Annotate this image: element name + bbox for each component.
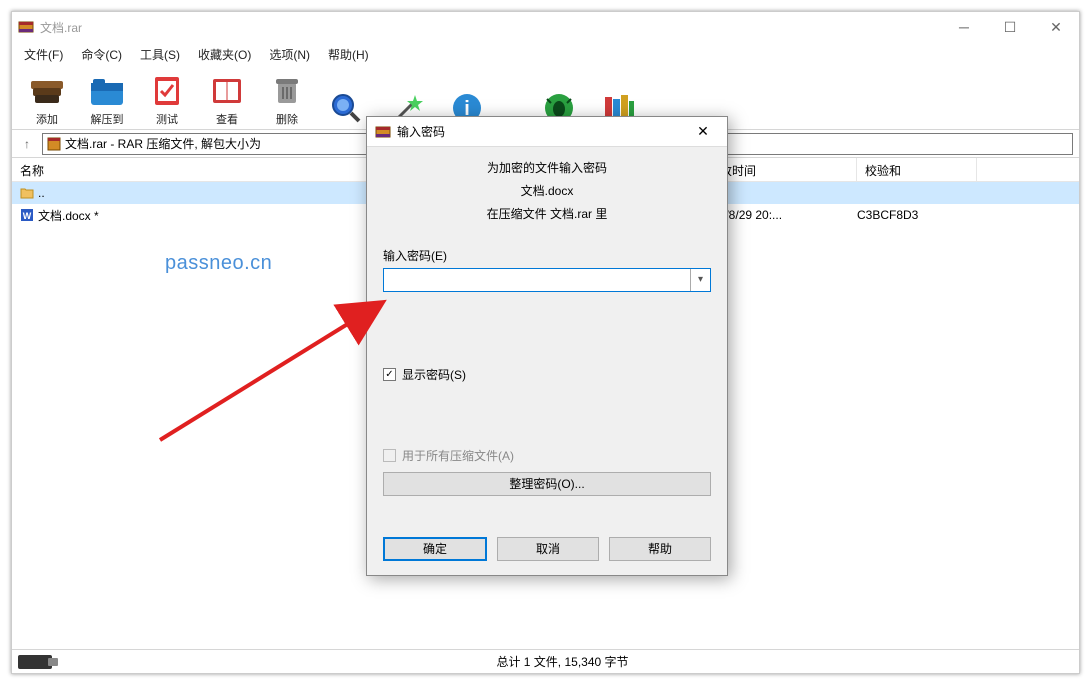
- col-checksum[interactable]: 校验和: [857, 158, 977, 181]
- address-text: 文档.rar - RAR 压缩文件, 解包大小为: [65, 135, 261, 152]
- show-password-label: 显示密码(S): [402, 366, 466, 383]
- books-stack-icon: [29, 73, 65, 107]
- password-input[interactable]: [384, 273, 690, 287]
- minimize-button[interactable]: ─: [941, 12, 987, 42]
- word-doc-icon: W: [20, 208, 34, 222]
- winrar-icon: [375, 124, 391, 140]
- password-dropdown-icon[interactable]: ▾: [690, 269, 710, 291]
- tool-delete-label: 删除: [276, 111, 298, 127]
- menu-options[interactable]: 选项(N): [263, 46, 316, 63]
- titlebar: 文档.rar ─ ☐ ✕: [12, 12, 1079, 42]
- help-button[interactable]: 帮助: [609, 537, 711, 561]
- organize-passwords-button[interactable]: 整理密码(O)...: [383, 472, 711, 496]
- clipboard-check-icon: [149, 73, 185, 107]
- dialog-close-button[interactable]: ✕: [687, 118, 719, 146]
- menu-help[interactable]: 帮助(H): [322, 46, 375, 63]
- dialog-message-1: 为加密的文件输入密码: [383, 159, 711, 178]
- menu-bar: 文件(F) 命令(C) 工具(S) 收藏夹(O) 选项(N) 帮助(H): [12, 42, 1079, 66]
- close-button[interactable]: ✕: [1033, 12, 1079, 42]
- tool-test[interactable]: 测试: [138, 69, 196, 127]
- checkbox-icon: ✓: [383, 368, 396, 381]
- folder-open-icon: [89, 73, 125, 107]
- folder-icon: [20, 186, 34, 200]
- up-button[interactable]: ↑: [18, 135, 36, 153]
- tool-extract-label: 解压到: [91, 111, 124, 127]
- col-date[interactable]: 改时间: [712, 158, 857, 181]
- rar-file-icon: [47, 137, 61, 151]
- tool-extract[interactable]: 解压到: [78, 69, 136, 127]
- watermark-text: passneo.cn: [165, 252, 272, 275]
- trash-icon: [269, 73, 305, 107]
- status-bar: 总计 1 文件, 15,340 字节: [12, 649, 1079, 673]
- parent-folder-label: ..: [38, 186, 45, 200]
- lock-progress-icon: [18, 655, 52, 669]
- ok-button[interactable]: 确定: [383, 537, 487, 561]
- menu-tools[interactable]: 工具(S): [134, 46, 186, 63]
- use-all-label: 用于所有压缩文件(A): [402, 447, 514, 464]
- winrar-icon: [18, 19, 34, 35]
- file-name-cell: 文档.docx *: [38, 207, 99, 224]
- use-all-checkbox: 用于所有压缩文件(A): [383, 447, 711, 464]
- cancel-button[interactable]: 取消: [497, 537, 599, 561]
- password-dialog: 输入密码 ✕ 为加密的文件输入密码 文档.docx 在压缩文件 文档.rar 里…: [366, 116, 728, 576]
- file-date-cell: 23/8/29 20:...: [712, 208, 857, 222]
- tool-delete[interactable]: 删除: [258, 69, 316, 127]
- dialog-titlebar: 输入密码 ✕: [367, 117, 727, 147]
- status-text: 总计 1 文件, 15,340 字节: [52, 653, 1073, 670]
- password-label: 输入密码(E): [383, 249, 447, 263]
- menu-file[interactable]: 文件(F): [18, 46, 69, 63]
- checkbox-icon-disabled: [383, 449, 396, 462]
- magnifier-icon: [329, 91, 365, 125]
- maximize-button[interactable]: ☐: [987, 12, 1033, 42]
- tool-test-label: 测试: [156, 111, 178, 127]
- tool-add-label: 添加: [36, 111, 58, 127]
- file-checksum-cell: C3BCF8D3: [857, 208, 977, 222]
- tool-view-label: 查看: [216, 111, 238, 127]
- tool-add[interactable]: 添加: [18, 69, 76, 127]
- book-open-icon: [209, 73, 245, 107]
- window-title: 文档.rar: [40, 19, 941, 36]
- password-input-wrap: ▾: [383, 268, 711, 292]
- dialog-title: 输入密码: [397, 123, 445, 140]
- dialog-message-3: 在压缩文件 文档.rar 里: [383, 205, 711, 224]
- menu-favorites[interactable]: 收藏夹(O): [192, 46, 257, 63]
- show-password-checkbox[interactable]: ✓ 显示密码(S): [383, 366, 711, 383]
- svg-text:W: W: [23, 211, 32, 221]
- dialog-message-2: 文档.docx: [383, 182, 711, 201]
- tool-view[interactable]: 查看: [198, 69, 256, 127]
- menu-command[interactable]: 命令(C): [75, 46, 128, 63]
